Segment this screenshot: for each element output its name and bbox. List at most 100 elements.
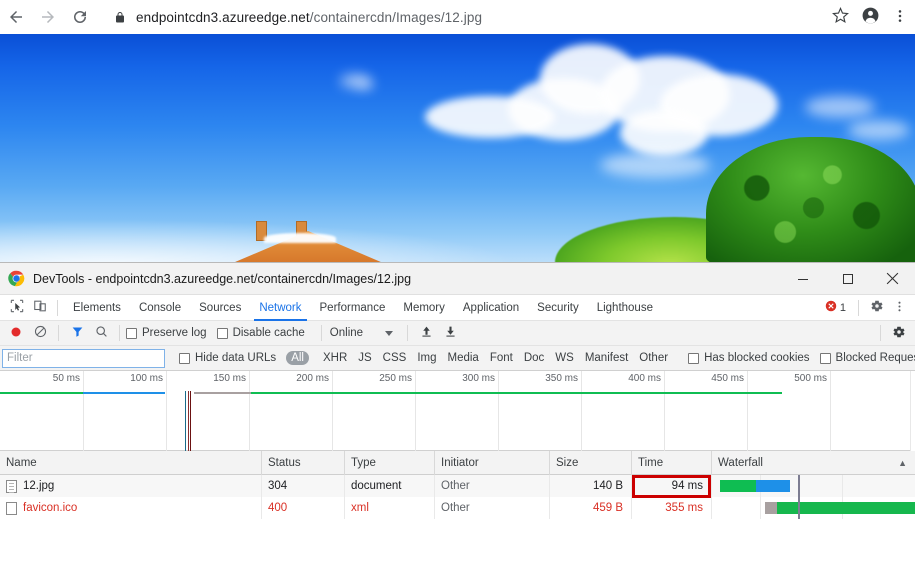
generic-file-icon (6, 501, 17, 515)
minimize-button[interactable] (780, 263, 825, 295)
table-row[interactable]: favicon.ico 400 xml Other 459 B 355 ms (0, 497, 915, 519)
devtools-title: DevTools - endpointcdn3.azureedge.net/co… (33, 271, 412, 286)
chevron-down-icon (385, 330, 394, 336)
column-header-time[interactable]: Time (632, 451, 712, 475)
filter-type-other[interactable]: Other (634, 351, 673, 365)
network-filterbar: Hide data URLs All XHR JS CSS Img Media … (0, 346, 915, 371)
overview-tick-label: 350 ms (545, 373, 578, 384)
cell-name[interactable]: 12.jpg (0, 475, 262, 497)
network-toolbar: Preserve log Disable cache Online (0, 321, 915, 346)
size-value: 459 B (592, 502, 623, 514)
filter-type-xhr[interactable]: XHR (318, 351, 352, 365)
profile-button[interactable] (855, 2, 885, 32)
search-button[interactable] (89, 322, 113, 344)
tab-elements[interactable]: Elements (64, 295, 130, 321)
tab-label: Memory (403, 301, 445, 314)
time-value: 355 ms (665, 502, 703, 514)
clear-button[interactable] (28, 322, 52, 344)
reload-button[interactable] (64, 1, 96, 33)
checkbox-box (688, 352, 700, 364)
filter-type-js[interactable]: JS (353, 351, 376, 365)
minimize-icon (797, 273, 809, 285)
browser-menu-button[interactable] (885, 2, 915, 32)
table-row[interactable]: 12.jpg 304 document Other 140 B 94 ms (0, 475, 915, 497)
error-badge[interactable]: 1 (825, 300, 846, 315)
hide-data-urls-checkbox[interactable]: Hide data URLs (179, 352, 276, 364)
size-value: 140 B (592, 480, 623, 492)
house (228, 221, 388, 265)
waterfall-segment-connect (720, 480, 756, 492)
tab-security[interactable]: Security (528, 295, 588, 321)
address-bar[interactable]: endpointcdn3.azureedge.net/containercdn/… (102, 4, 817, 30)
tab-label: Console (138, 301, 182, 314)
tab-memory[interactable]: Memory (394, 295, 454, 321)
has-blocked-cookies-checkbox[interactable]: Has blocked cookies (688, 352, 810, 364)
network-overview-timeline[interactable]: 50 ms 100 ms 150 ms 200 ms 250 ms 300 ms… (0, 371, 915, 451)
tab-sources[interactable]: Sources (190, 295, 250, 321)
initiator-value: Other (441, 480, 470, 492)
filter-type-manifest[interactable]: Manifest (580, 351, 633, 365)
tab-console[interactable]: Console (130, 295, 190, 321)
import-har-button[interactable] (414, 322, 438, 344)
column-header-status[interactable]: Status (262, 451, 345, 475)
three-dot-menu-icon (892, 8, 908, 27)
column-header-name[interactable]: Name (0, 451, 262, 475)
filter-type-img[interactable]: Img (412, 351, 441, 365)
status-value: 400 (268, 502, 288, 514)
bookmark-star-button[interactable] (825, 2, 855, 32)
forward-arrow-icon (39, 8, 57, 26)
devtools-more-button[interactable] (888, 296, 911, 320)
network-toolbar-right (874, 322, 915, 344)
column-header-initiator[interactable]: Initiator (435, 451, 550, 475)
filter-type-font[interactable]: Font (485, 351, 518, 365)
cell-size: 459 B (550, 497, 632, 519)
tab-label: Performance (319, 301, 386, 314)
header-label: Initiator (441, 457, 479, 469)
inspect-element-button[interactable] (5, 296, 28, 320)
export-har-button[interactable] (438, 322, 462, 344)
column-header-type[interactable]: Type (345, 451, 435, 475)
forward-button[interactable] (32, 1, 64, 33)
network-settings-button[interactable] (887, 322, 911, 344)
cell-status: 400 (262, 497, 345, 519)
device-toolbar-button[interactable] (28, 296, 51, 320)
back-button[interactable] (0, 1, 32, 33)
header-label: Size (556, 457, 579, 469)
url-text: endpointcdn3.azureedge.net/containercdn/… (136, 9, 483, 25)
maximize-button[interactable] (825, 263, 870, 295)
reload-icon (71, 8, 89, 26)
filter-type-css[interactable]: CSS (378, 351, 412, 365)
preserve-log-checkbox[interactable]: Preserve log (126, 327, 207, 339)
filter-type-ws[interactable]: WS (550, 351, 579, 365)
status-value: 304 (268, 480, 288, 492)
throttle-dropdown[interactable]: Online (330, 327, 394, 339)
column-header-size[interactable]: Size (550, 451, 632, 475)
filter-type-all[interactable]: All (286, 351, 309, 365)
three-dot-menu-icon (893, 300, 906, 316)
filter-type-doc[interactable]: Doc (519, 351, 549, 365)
overview-band-blue (83, 392, 165, 394)
tab-performance[interactable]: Performance (311, 295, 395, 321)
tab-lighthouse[interactable]: Lighthouse (588, 295, 662, 321)
column-header-waterfall[interactable]: Waterfall ▲ (712, 451, 915, 475)
disable-cache-checkbox[interactable]: Disable cache (216, 327, 305, 339)
cell-name[interactable]: favicon.ico (0, 497, 262, 519)
tab-network[interactable]: Network (250, 295, 310, 321)
close-icon (886, 272, 899, 285)
blocked-requests-checkbox[interactable]: Blocked Requests (819, 352, 915, 364)
cloud-wisp (805, 96, 875, 118)
error-count: 1 (839, 301, 846, 314)
roof-snow (264, 233, 336, 243)
close-button[interactable] (870, 263, 915, 295)
filter-type-media[interactable]: Media (443, 351, 484, 365)
devtools-settings-button[interactable] (865, 296, 888, 320)
time-value: 94 ms (671, 480, 703, 492)
divider (407, 325, 409, 341)
filter-input[interactable] (2, 348, 165, 368)
domcontentloaded-marker (185, 391, 186, 451)
divider (880, 325, 881, 341)
record-button[interactable] (4, 322, 28, 344)
filter-toggle-button[interactable] (65, 322, 89, 344)
lock-icon (114, 11, 126, 24)
tab-application[interactable]: Application (454, 295, 528, 321)
